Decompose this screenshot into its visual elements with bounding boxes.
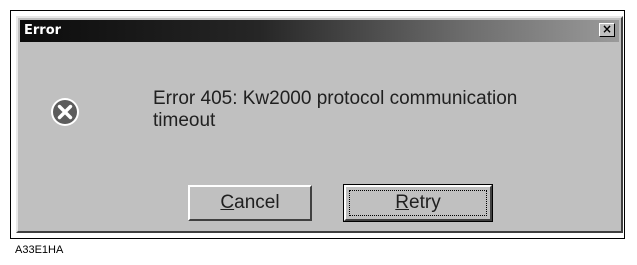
- cancel-mnemonic: C: [220, 192, 235, 213]
- title-bar[interactable]: Error ×: [20, 20, 619, 42]
- close-icon: ×: [601, 22, 613, 36]
- error-icon: [51, 98, 79, 126]
- retry-button[interactable]: Retry: [343, 184, 493, 222]
- window-title: Error: [24, 23, 62, 38]
- focus-rect: [349, 190, 487, 216]
- error-message: Error 405: Kw2000 protocol communication…: [153, 88, 518, 131]
- close-button[interactable]: ×: [599, 23, 615, 37]
- cancel-button[interactable]: Cancel: [188, 185, 312, 221]
- error-dialog: Error × Error 405: Kw2000 protocol commu…: [16, 16, 623, 233]
- cancel-label: ancel: [234, 192, 280, 213]
- figure-caption: A33E1HA: [15, 244, 64, 256]
